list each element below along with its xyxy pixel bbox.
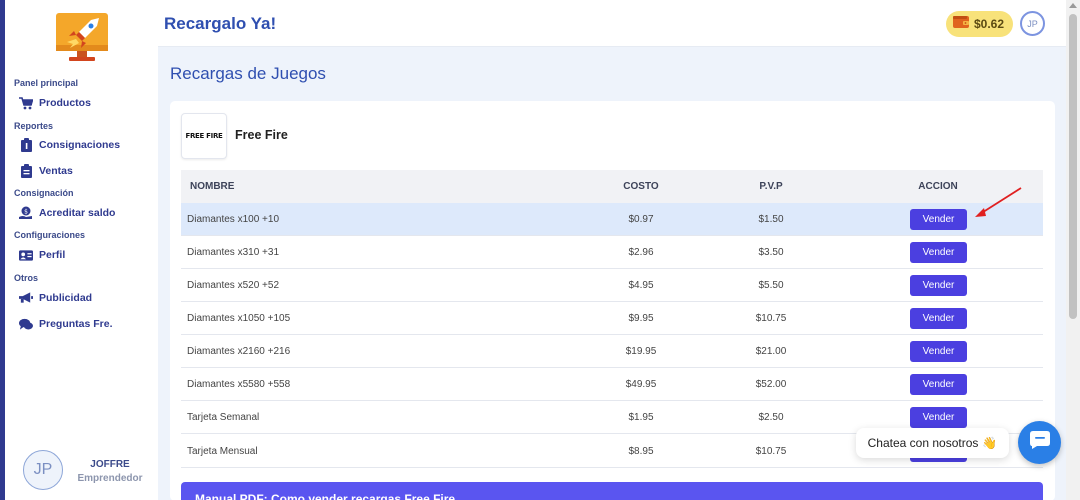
table-row: Diamantes x100 +10 $0.97 $1.50 Vender [181,203,1043,236]
clipboard-icon [19,138,33,152]
row-cost: $2.96 [628,247,654,258]
row-name: Diamantes x5580 +558 [187,379,291,390]
sell-button[interactable]: Vender [910,308,967,329]
column-header-action: ACCION [918,181,958,192]
sidebar-item-label: Acreditar saldo [39,207,116,219]
balance-badge[interactable]: $0.62 [946,11,1013,37]
chat-invite-bubble[interactable]: Chatea con nosotros 👋 [856,428,1009,458]
svg-text:$: $ [24,208,28,215]
row-cost: $1.95 [628,412,654,423]
red-annotation-arrow-icon [975,187,1022,217]
sell-button[interactable]: Vender [910,275,967,296]
sidebar-item-label: Perfil [39,249,66,261]
clipboard-list-icon [19,164,33,178]
manual-pdf-banner[interactable]: Manual PDF: Como vender recargas Free Fi… [181,482,1043,500]
app-title[interactable]: Recargalo Ya! [164,14,276,34]
sell-button[interactable]: Vender [910,341,967,362]
row-name: Diamantes x310 +31 [187,247,280,258]
row-cost: $49.95 [625,379,657,390]
chat-bubbles-icon [19,317,33,331]
row-name: Tarjeta Semanal [187,412,260,423]
scroll-thumb[interactable] [1069,14,1077,319]
cart-icon [19,96,33,110]
row-pvp: $1.50 [758,214,784,225]
sidebar-item-label: Preguntas Fre. [39,318,113,330]
free-fire-logo: FREE FIRE [181,113,227,159]
sidebar-item-acreditar-saldo[interactable]: $ Acreditar saldo [19,203,115,223]
row-name: Diamantes x2160 +216 [187,346,291,357]
table-row: Diamantes x310 +31 $2.96 $3.50 Vender [181,236,1043,269]
row-pvp: $21.00 [755,346,787,357]
id-card-icon [19,248,33,262]
section-panel-principal: Panel principal [14,78,79,88]
sidebar-item-ventas[interactable]: Ventas [19,161,73,181]
wallet-icon [953,15,969,33]
game-logo-text: FREE FIRE [185,132,223,140]
row-cost: $8.95 [628,446,654,457]
table-row: Diamantes x520 +52 $4.95 $5.50 Vender [181,269,1043,302]
sidebar-item-consignaciones[interactable]: Consignaciones [19,135,120,155]
row-cost: $19.95 [625,346,657,357]
table-row: Diamantes x1050 +105 $9.95 $10.75 Vender [181,302,1043,335]
table-row: Diamantes x2160 +216 $19.95 $21.00 Vende… [181,335,1043,368]
scroll-up-arrow-icon[interactable] [1069,3,1077,8]
sell-button[interactable]: Vender [910,242,967,263]
sidebar: Panel principal Productos Reportes Consi… [5,0,158,500]
section-consignacion: Consignación [14,188,74,198]
user-name: JOFFRE [90,459,130,470]
chat-bubble-icon [1029,431,1050,454]
waving-hand-icon: 👋 [982,436,998,450]
chat-launcher-button[interactable] [1018,421,1061,464]
column-header-pvp: P.V.P [759,181,783,192]
section-otros: Otros [14,273,39,283]
balance-value: $0.62 [974,17,1005,31]
sidebar-item-preguntas-frecuentes[interactable]: Preguntas Fre. [19,314,113,334]
section-configuraciones: Configuraciones [14,230,86,240]
sidebar-item-label: Publicidad [39,292,93,304]
header-avatar[interactable]: JP [1020,11,1045,36]
game-name: Free Fire [235,128,288,142]
row-name: Diamantes x520 +52 [187,280,280,291]
row-name: Diamantes x1050 +105 [187,313,291,324]
user-role: Emprendedor [77,473,143,484]
sell-button[interactable]: Vender [910,209,967,230]
column-header-cost: COSTO [623,181,659,192]
row-pvp: $2.50 [758,412,784,423]
user-avatar[interactable]: JP [23,450,63,490]
table-row: Diamantes x5580 +558 $49.95 $52.00 Vende… [181,368,1043,401]
column-header-name: NOMBRE [190,181,235,192]
row-name: Diamantes x100 +10 [187,214,280,225]
sidebar-item-publicidad[interactable]: Publicidad [19,288,92,308]
sidebar-item-label: Consignaciones [39,139,121,151]
row-cost: $9.95 [628,313,654,324]
sell-button[interactable]: Vender [910,374,967,395]
table-header: NOMBRE COSTO P.V.P ACCION [181,170,1043,203]
row-pvp: $10.75 [755,313,787,324]
sidebar-item-label: Productos [39,97,91,109]
row-pvp: $5.50 [758,280,784,291]
page-scrollbar[interactable] [1066,0,1080,500]
row-pvp: $52.00 [755,379,787,390]
row-name: Tarjeta Mensual [187,446,258,457]
row-pvp: $10.75 [755,446,787,457]
sidebar-item-perfil[interactable]: Perfil [19,245,65,265]
sidebar-item-productos[interactable]: Productos [19,93,91,113]
row-cost: $0.97 [628,214,654,225]
chat-invite-label: Chatea con nosotros [867,436,979,450]
coin-hand-icon: $ [19,206,33,220]
top-header: Recargalo Ya! $0.62 JP [158,0,1066,47]
row-pvp: $3.50 [758,247,784,258]
sidebar-item-label: Ventas [39,165,73,177]
rocket-logo-icon[interactable] [55,12,109,62]
section-reportes: Reportes [14,121,54,131]
row-cost: $4.95 [628,280,654,291]
sell-button[interactable]: Vender [910,407,967,428]
page-title: Recargas de Juegos [170,64,326,83]
megaphone-icon [19,291,33,305]
